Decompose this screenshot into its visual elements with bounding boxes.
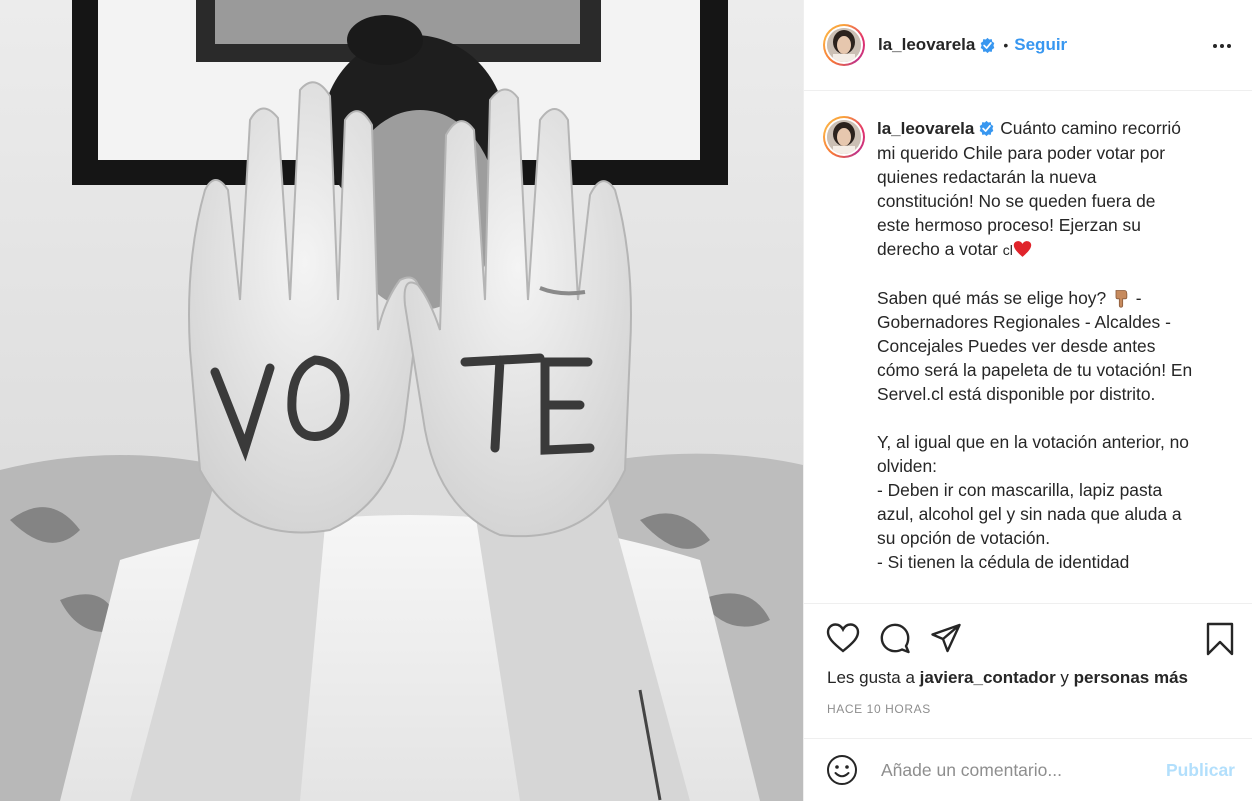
header-separator: • <box>1003 37 1009 53</box>
verified-badge-icon <box>981 37 995 53</box>
backhand-index-pointing-down-emoji <box>1115 290 1128 308</box>
post-header: la_leovarela • Seguir <box>804 0 1252 91</box>
comment-input[interactable] <box>881 759 1151 781</box>
photo-illustration <box>0 0 803 801</box>
caption-paragraph-2a: Saben qué más se elige hoy? <box>877 288 1111 308</box>
publish-button[interactable]: Publicar <box>1166 760 1235 781</box>
flag-text: cl <box>1002 242 1013 258</box>
comment-bar: Publicar <box>804 738 1252 801</box>
caption-text: la_leovarela Cuánto camino recorrió mi q… <box>877 116 1193 574</box>
smiley-icon[interactable] <box>826 754 858 786</box>
caption-avatar[interactable] <box>823 116 865 158</box>
likes-mid: y <box>1055 668 1074 687</box>
red-heart-emoji <box>1013 241 1032 257</box>
post-timestamp[interactable]: HACE 10 HORAS <box>827 702 931 716</box>
share-icon[interactable] <box>930 622 962 654</box>
verified-badge-icon <box>980 120 994 137</box>
follow-button[interactable]: Seguir <box>1014 35 1067 55</box>
post-photo[interactable] <box>0 0 803 801</box>
caption-comment: la_leovarela Cuánto camino recorrió mi q… <box>823 116 1252 574</box>
profile-avatar[interactable] <box>823 24 865 66</box>
caption-paragraph-1: Cuánto camino recorrió mi querido Chile … <box>877 118 1186 259</box>
liked-by-user-link[interactable]: javiera_contador <box>920 668 1056 687</box>
caption-scroll-area[interactable]: la_leovarela Cuánto camino recorrió mi q… <box>804 92 1252 603</box>
header-username[interactable]: la_leovarela <box>878 35 975 55</box>
bookmark-icon[interactable] <box>1205 622 1235 656</box>
likes-summary: Les gusta a javiera_contador y personas … <box>827 668 1188 688</box>
more-options-icon[interactable] <box>1213 36 1235 56</box>
caption-username[interactable]: la_leovarela <box>877 119 974 138</box>
likes-prefix: Les gusta a <box>827 668 920 687</box>
heart-icon[interactable] <box>826 622 860 654</box>
caption-paragraph-3: Y, al igual que en la votación anterior,… <box>877 432 1189 572</box>
post-sidebar: la_leovarela • Seguir la_leovarela Cuánt… <box>803 0 1252 801</box>
comment-icon[interactable] <box>879 622 911 654</box>
likes-others-link[interactable]: personas más <box>1074 668 1188 687</box>
post-actions: Les gusta a javiera_contador y personas … <box>804 603 1252 730</box>
